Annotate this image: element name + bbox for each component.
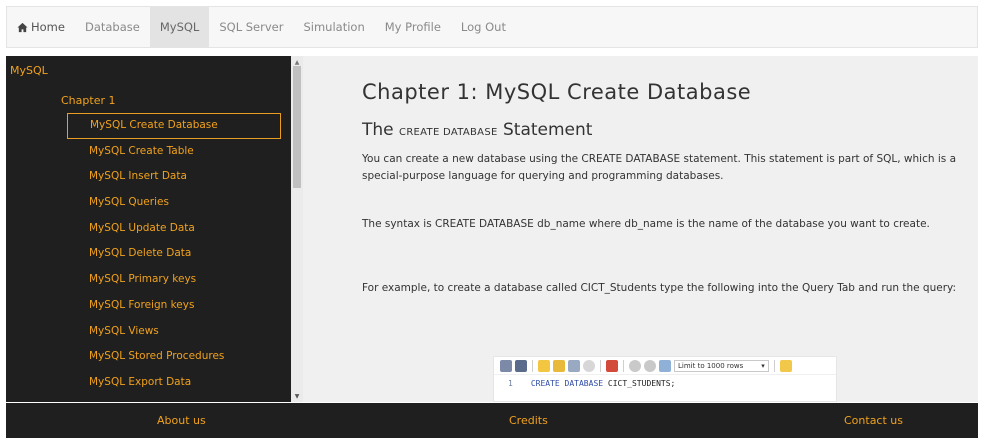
limit-rows-select: Limit to 1000 rows ▾ <box>674 359 769 372</box>
execute-icon <box>538 359 550 372</box>
sidebar-chapter-1[interactable]: Chapter 1 <box>61 94 115 107</box>
editor-toolbar: Limit to 1000 rows ▾ <box>494 357 836 375</box>
code-keyword: CREATE DATABASE <box>530 379 604 388</box>
page-title: Chapter 1: MySQL Create Database <box>362 80 752 104</box>
error-toggle-icon <box>606 359 618 372</box>
code-line: 1 CREATE DATABASE CICT_STUDENTS; <box>494 379 836 388</box>
sidebar-item-delete-data[interactable]: MySQL Delete Data <box>67 241 281 267</box>
sidebar-scrollbar[interactable]: ▲ ▼ <box>291 56 303 402</box>
home-icon <box>17 22 28 33</box>
code-identifier: CICT_STUDENTS; <box>607 379 676 388</box>
footer-contact-us[interactable]: Contact us <box>844 414 903 427</box>
section-heading-pre: The <box>362 120 400 140</box>
nav-simulation[interactable]: Simulation <box>293 7 374 47</box>
footer: About us Credits Contact us <box>6 403 978 438</box>
toolbar-separator <box>600 359 601 372</box>
nav-my-profile[interactable]: My Profile <box>375 7 451 47</box>
sidebar-item-export-data[interactable]: MySQL Export Data <box>67 370 281 396</box>
sidebar-item-views[interactable]: MySQL Views <box>67 319 281 345</box>
save-icon <box>515 359 527 372</box>
footer-about-us[interactable]: About us <box>157 414 206 427</box>
sidebar: MySQL Chapter 1 MySQL Create Database My… <box>6 56 303 402</box>
stop-icon <box>583 359 595 372</box>
sidebar-root-mysql[interactable]: MySQL <box>10 64 48 77</box>
line-number: 1 <box>508 379 513 388</box>
paragraph-example: For example, to create a database called… <box>362 282 957 294</box>
sidebar-item-stored-procedures[interactable]: MySQL Stored Procedures <box>67 344 281 370</box>
nav-home[interactable]: Home <box>7 7 75 47</box>
nav-log-out[interactable]: Log Out <box>451 7 516 47</box>
scroll-down-arrow-icon[interactable]: ▼ <box>291 390 303 402</box>
main-content: Chapter 1: MySQL Create Database The CRE… <box>303 56 978 402</box>
explain-icon <box>568 359 580 372</box>
nav-home-label: Home <box>31 20 65 34</box>
toolbar-separator <box>773 359 775 372</box>
beautify-icon <box>779 359 792 372</box>
sidebar-item-insert-data[interactable]: MySQL Insert Data <box>67 164 281 190</box>
section-heading: The CREATE DATABASE Statement <box>362 120 592 140</box>
sidebar-item-create-table[interactable]: MySQL Create Table <box>67 139 281 165</box>
sidebar-item-primary-keys[interactable]: MySQL Primary keys <box>67 267 281 293</box>
execute-current-icon <box>553 359 565 372</box>
chevron-down-icon: ▾ <box>761 361 765 370</box>
sidebar-item-foreign-keys[interactable]: MySQL Foreign keys <box>67 293 281 319</box>
scroll-thumb[interactable] <box>293 66 301 188</box>
sidebar-item-update-data[interactable]: MySQL Update Data <box>67 216 281 242</box>
paragraph-syntax: The syntax is CREATE DATABASE db_name wh… <box>362 218 930 230</box>
footer-credits[interactable]: Credits <box>509 414 548 427</box>
paragraph-intro: You can create a new database using the … <box>362 153 957 182</box>
toolbar-separator <box>623 359 624 372</box>
autocommit-icon <box>659 359 671 372</box>
sidebar-item-queries[interactable]: MySQL Queries <box>67 190 281 216</box>
page: Home Database MySQL SQL Server Simulatio… <box>0 0 993 438</box>
query-editor-image: Limit to 1000 rows ▾ 1 CREATE DATABASE C… <box>493 356 837 402</box>
open-folder-icon <box>500 359 512 372</box>
sidebar-list: MySQL Create Database MySQL Create Table… <box>67 113 281 396</box>
nav-sql-server[interactable]: SQL Server <box>209 7 293 47</box>
nav-database[interactable]: Database <box>75 7 150 47</box>
toolbar-separator <box>532 359 533 372</box>
section-heading-keyword: CREATE DATABASE <box>399 127 498 138</box>
nav-mysql[interactable]: MySQL <box>149 7 210 47</box>
commit-icon <box>629 359 641 372</box>
top-nav: Home Database MySQL SQL Server Simulatio… <box>6 6 978 48</box>
section-heading-post: Statement <box>497 120 593 140</box>
limit-rows-label: Limit to 1000 rows <box>678 361 744 370</box>
code-text: CREATE DATABASE CICT_STUDENTS; <box>531 379 676 388</box>
sidebar-item-create-database[interactable]: MySQL Create Database <box>67 113 281 139</box>
rollback-icon <box>644 359 656 372</box>
